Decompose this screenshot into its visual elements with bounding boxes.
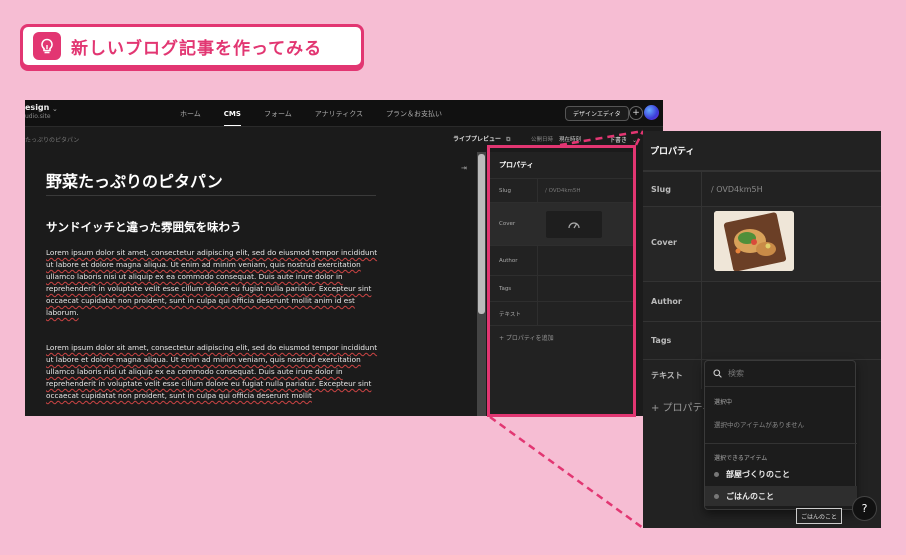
chevron-down-icon: ⌄ <box>631 136 637 144</box>
property-label: Cover <box>651 238 677 247</box>
design-editor-button[interactable]: デザインエディタ <box>565 106 629 121</box>
bullet-icon <box>714 493 719 499</box>
title-divider <box>46 195 376 196</box>
property-label: Slug <box>651 185 671 194</box>
header-title: 新しいブログ記事を作ってみる <box>71 38 323 59</box>
article-subtitle[interactable]: サンドイッチと違った雰囲気を味わう <box>46 219 242 235</box>
highlight-frame <box>487 145 636 417</box>
bullet-icon <box>714 471 719 477</box>
add-property-button[interactable]: + プロパティ <box>651 399 712 414</box>
dropdown-search <box>705 361 855 387</box>
breadcrumb[interactable]: たっぷりのピタパン <box>25 135 79 144</box>
nav-item-analytics[interactable]: アナリティクス <box>315 109 363 119</box>
property-label: Author <box>651 297 682 306</box>
search-icon <box>713 369 722 378</box>
article-paragraph[interactable]: Lorem ipsum dolor sit amet, consectetur … <box>46 247 381 319</box>
status-dropdown[interactable]: 下書き ⌄ <box>609 135 637 144</box>
property-row-author[interactable]: Author <box>643 281 881 321</box>
site-switcher[interactable]: esign udio.site <box>25 103 51 120</box>
tags-dropdown: 選択中 選択中のアイテムがありません 選択できるアイテム 部屋づくりのこと ごは… <box>704 360 857 510</box>
tooltip: ごはんのこと <box>796 508 843 524</box>
add-button[interactable]: + <box>629 106 643 120</box>
publish-date-label: 公開日時 <box>531 137 554 143</box>
property-row-slug[interactable]: Slug / OVD4km5H <box>643 171 881 206</box>
scrollbar-thumb[interactable] <box>478 154 485 314</box>
nav-item-cms[interactable]: CMS <box>223 102 241 126</box>
search-input[interactable] <box>728 369 838 378</box>
nav-item-forms[interactable]: フォーム <box>264 109 292 119</box>
site-url: udio.site <box>25 113 51 120</box>
site-name: esign <box>25 103 50 112</box>
lightbulb-icon <box>33 32 61 60</box>
selected-empty-text: 選択中のアイテムがありません <box>714 421 805 429</box>
dropdown-divider <box>705 443 857 444</box>
top-bar: esign udio.site ⌄ ホーム CMS フォーム アナリティクス プ… <box>25 100 663 127</box>
property-row-tags[interactable]: Tags <box>643 321 881 359</box>
list-item[interactable]: ごはんのこと <box>705 486 857 506</box>
article-paragraph[interactable]: Lorem ipsum dolor sit amet, consectetur … <box>46 342 381 402</box>
list-item-label: ごはんのこと <box>726 491 774 501</box>
article-editor[interactable]: 野菜たっぷりのピタパン ⇥ サンドイッチと違った雰囲気を味わう Lorem ip… <box>25 152 477 416</box>
chevron-down-icon[interactable]: ⌄ <box>52 105 58 113</box>
collapse-panel-icon[interactable]: ⇥ <box>461 164 467 172</box>
nav-item-billing[interactable]: プラン＆お支払い <box>386 109 442 119</box>
article-title[interactable]: 野菜たっぷりのピタパン <box>46 168 223 192</box>
selected-section-header: 選択中 <box>714 399 733 406</box>
available-section-header: 選択できるアイテム <box>714 455 768 462</box>
main-nav: ホーム CMS フォーム アナリティクス プラン＆お支払い <box>180 100 465 127</box>
live-preview-label: ライブプレビュー <box>453 136 502 143</box>
editor-scrollbar[interactable] <box>477 152 486 416</box>
list-item-label: 部屋づくりのこと <box>726 469 790 479</box>
list-item[interactable]: 部屋づくりのこと <box>705 464 857 484</box>
publish-date-value[interactable]: 現在時刻 <box>559 135 581 143</box>
help-button[interactable]: ? <box>852 496 877 521</box>
property-label: Tags <box>651 336 672 345</box>
avatar[interactable] <box>644 105 659 120</box>
cover-image[interactable] <box>714 211 794 271</box>
properties-title: プロパティ <box>643 131 881 171</box>
nav-item-home[interactable]: ホーム <box>180 109 201 119</box>
property-label: テキスト <box>651 371 683 380</box>
status-draft-label: 下書き <box>609 136 628 144</box>
external-link-icon: ⧉ <box>506 136 511 143</box>
live-preview-button[interactable]: ライブプレビュー ⧉ <box>453 134 510 144</box>
property-value-slug[interactable]: / OVD4km5H <box>711 185 763 194</box>
header-badge: 新しいブログ記事を作ってみる <box>20 24 364 68</box>
